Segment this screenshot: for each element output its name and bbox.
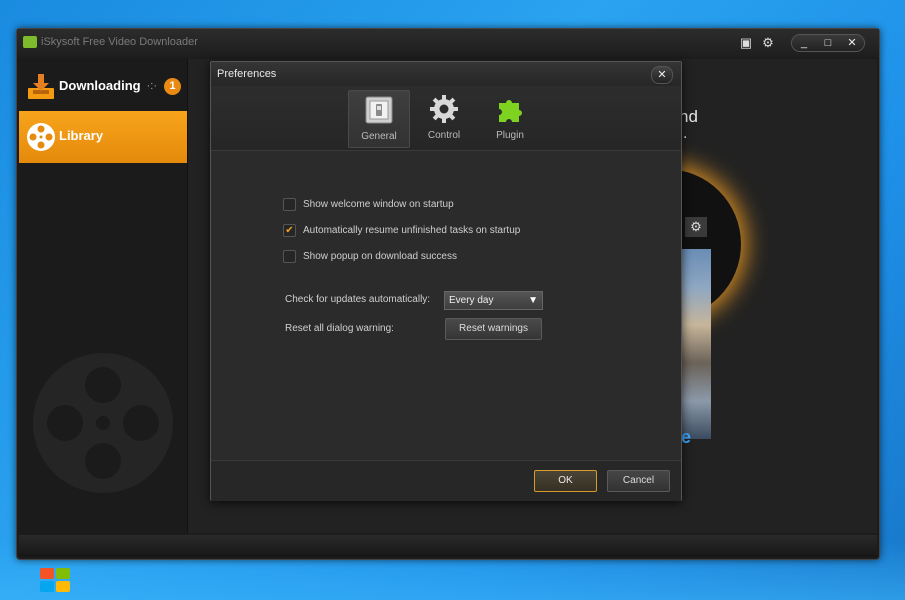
option-show-welcome[interactable]: Show welcome window on startup [283, 196, 454, 212]
statusbar [19, 535, 877, 557]
sidebar: Downloading ·:· 1 Library [19, 59, 188, 533]
tab-control[interactable]: Control [414, 90, 474, 146]
option-label: Show welcome window on startup [303, 198, 454, 210]
checkbox[interactable] [283, 249, 296, 263]
cancel-button[interactable]: Cancel [607, 470, 670, 492]
app-logo-icon [23, 36, 37, 48]
tab-label: General [361, 131, 397, 142]
option-auto-resume[interactable]: ✔ Automatically resume unfinished tasks … [283, 222, 520, 238]
sidebar-item-label: Downloading [59, 78, 141, 93]
reset-warnings-button[interactable]: Reset warnings [445, 318, 542, 340]
minimize-button[interactable]: _ [792, 35, 816, 51]
option-show-popup[interactable]: Show popup on download success [283, 248, 457, 264]
select-value: Every day [449, 295, 494, 306]
sidebar-item-label: Library [59, 128, 104, 143]
tab-plugin[interactable]: Plugin [480, 90, 540, 146]
dialog-tabs: General Control Plugin [211, 86, 681, 151]
puzzle-piece-icon [499, 100, 522, 122]
titlebar-tools: ▣ ⚙ _ □ ✕ [737, 34, 865, 52]
option-label: Show popup on download success [303, 250, 457, 262]
download-tray-icon [28, 74, 54, 99]
background-partial-text: . [683, 125, 688, 142]
app-title: iSkysoft Free Video Downloader [41, 36, 198, 48]
loading-spinner-icon: ·:· [146, 80, 157, 92]
download-count-badge: 1 [164, 78, 181, 95]
sidebar-item-library[interactable]: Library [19, 111, 187, 163]
browser-e-icon: e [681, 427, 692, 447]
option-label: Automatically resume unfinished tasks on… [303, 224, 521, 236]
preferences-dialog: Preferences ✕ General Control Plugin Sho… [210, 61, 682, 501]
film-reel-watermark-icon [33, 353, 173, 493]
dialog-titlebar: Preferences ✕ [211, 62, 681, 87]
gear-icon [430, 95, 458, 123]
preview-thumbnail [681, 249, 711, 439]
windows-logo-icon [40, 568, 80, 596]
reset-label: Reset all dialog warning: [285, 323, 394, 334]
window-controls: _ □ ✕ [791, 34, 865, 52]
dialog-close-button[interactable]: ✕ [651, 66, 673, 84]
checkbox[interactable] [283, 197, 296, 211]
maximize-button[interactable]: □ [816, 35, 840, 51]
tab-label: Plugin [496, 130, 524, 141]
checkbox-checked[interactable]: ✔ [283, 223, 296, 237]
screen-record-icon[interactable]: ▣ [737, 34, 755, 52]
updates-label: Check for updates automatically: [285, 294, 431, 305]
dropdown-arrow-icon: ▼ [528, 295, 538, 306]
dialog-footer: OK Cancel [211, 460, 681, 501]
general-switch-icon [365, 96, 393, 124]
gear-icon[interactable]: ⚙ [759, 34, 777, 52]
ok-button[interactable]: OK [534, 470, 597, 492]
dialog-title: Preferences [217, 68, 277, 80]
tab-label: Control [427, 130, 461, 141]
close-button[interactable]: ✕ [840, 35, 864, 51]
update-frequency-select[interactable]: Every day ▼ [444, 291, 543, 310]
sidebar-item-downloading[interactable]: Downloading ·:· 1 [19, 61, 187, 113]
tab-general[interactable]: General [348, 90, 410, 148]
gear-icon[interactable]: ⚙ [685, 217, 707, 237]
film-reel-icon [27, 123, 55, 151]
titlebar: iSkysoft Free Video Downloader ▣ ⚙ _ □ ✕ [17, 29, 879, 57]
